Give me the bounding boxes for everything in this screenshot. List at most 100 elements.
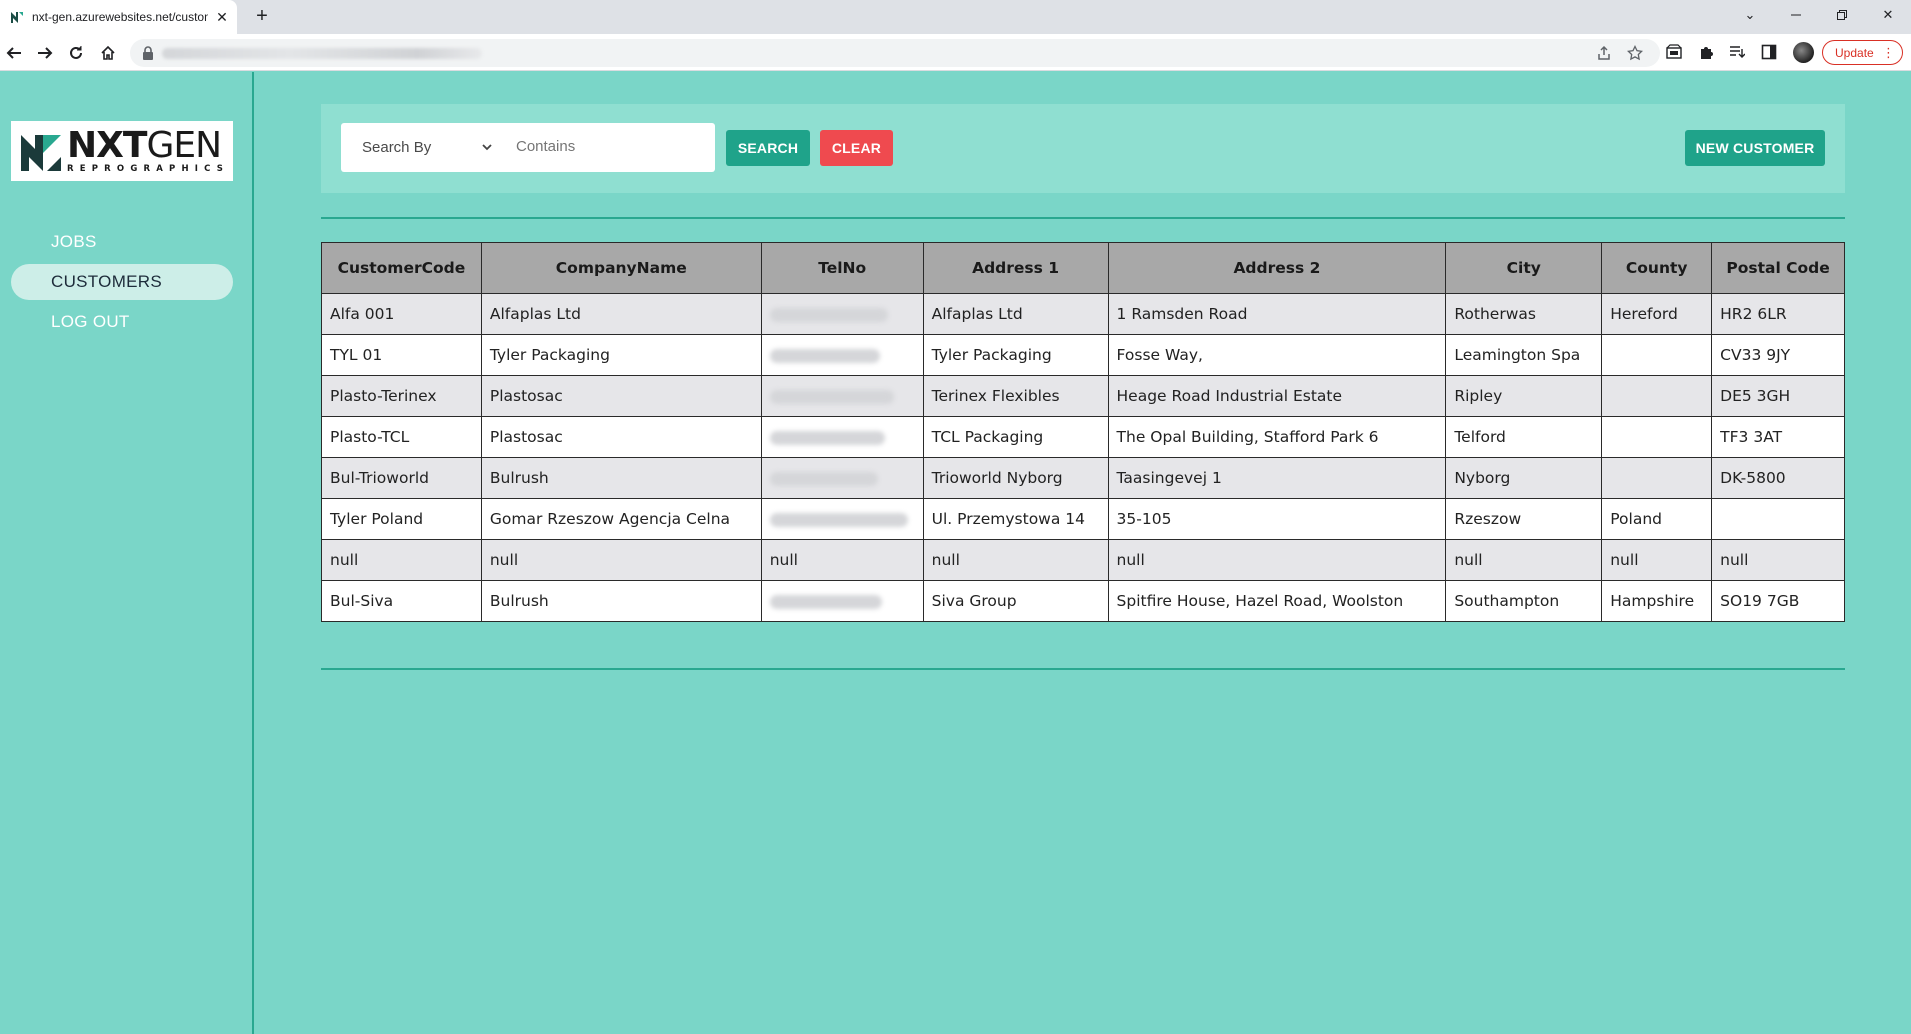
redacted-phone [769, 594, 882, 609]
table-cell: null [321, 539, 482, 581]
nav-item-customers[interactable]: CUSTOMERS [11, 264, 233, 300]
table-cell [760, 457, 924, 499]
tab-title: nxt-gen.azurewebsites.net/customers [32, 10, 208, 24]
table-cell: TF3 3AT [1711, 416, 1845, 458]
table-row[interactable]: null null null null null null null null [321, 539, 1845, 581]
home-icon[interactable] [97, 42, 119, 64]
table-row[interactable]: TYL 01 Tyler Packaging Tyler Packaging Foss… [321, 334, 1845, 376]
search-by-select[interactable]: Search By [362, 139, 431, 156]
profile-avatar[interactable] [1793, 42, 1814, 63]
table-cell: Alfa 001 [321, 293, 482, 335]
media-extension-icon[interactable] [1665, 43, 1683, 61]
table-cell: 1 Ramsden Road [1107, 293, 1447, 335]
table-row[interactable]: Tyler Poland Gomar Rzeszow Agencja Celna U… [321, 498, 1845, 540]
side-panel-icon[interactable] [1760, 43, 1778, 61]
table-cell: Plasto-TCL [321, 416, 482, 458]
customers-table: CustomerCode CompanyName TelNo Address 1… [321, 242, 1845, 622]
table-cell [760, 334, 924, 376]
column-header[interactable]: TelNo [760, 242, 924, 294]
browser-update-button[interactable]: Update ⋮ [1822, 40, 1903, 65]
column-header[interactable]: Address 1 [922, 242, 1109, 294]
site-favicon-icon [10, 10, 24, 24]
table-cell [1601, 457, 1713, 499]
table-row[interactable]: Plasto-TCL Plastosac TCL Packaging The Opal… [321, 416, 1845, 458]
table-cell: null [480, 539, 762, 581]
table-cell [760, 293, 924, 335]
redacted-phone [769, 348, 880, 363]
table-cell: Southampton [1445, 580, 1603, 622]
table-cell: Telford [1445, 416, 1603, 458]
search-contains-input[interactable] [516, 138, 696, 155]
clear-button[interactable]: CLEAR [820, 130, 893, 166]
table-cell: Rotherwas [1445, 293, 1603, 335]
search-button[interactable]: SEARCH [726, 130, 810, 166]
company-logo[interactable]: NXTGEN REPROGRAPHICS [11, 121, 233, 181]
table-cell: Taasingevej 1 [1107, 457, 1447, 499]
table-cell [760, 580, 924, 622]
main-nav: JOBS CUSTOMERS LOG OUT [11, 224, 233, 344]
nav-item-jobs[interactable]: JOBS [11, 224, 233, 260]
table-cell: 35-105 [1107, 498, 1447, 540]
table-cell: null [1601, 539, 1713, 581]
close-window-icon[interactable]: ✕ [1865, 0, 1911, 30]
tab-search-chevron-icon[interactable]: ⌄ [1727, 0, 1773, 30]
table-cell: null [1445, 539, 1603, 581]
table-cell: Alfaplas Ltd [480, 293, 762, 335]
table-row[interactable]: Bul-Siva Bulrush Siva Group Spitfire House,… [321, 580, 1845, 622]
table-cell [760, 498, 924, 540]
table-cell: Bul-Trioworld [321, 457, 482, 499]
restore-icon[interactable] [1819, 0, 1865, 30]
table-cell [1601, 334, 1713, 376]
close-tab-icon[interactable]: ✕ [214, 9, 230, 25]
menu-dots-icon[interactable]: ⋮ [1882, 45, 1895, 61]
table-cell: Trioworld Nyborg [922, 457, 1109, 499]
column-header[interactable]: CustomerCode [321, 242, 482, 294]
new-customer-button[interactable]: NEW CUSTOMER [1685, 130, 1825, 166]
back-icon[interactable] [3, 42, 25, 64]
table-cell: Leamington Spa [1445, 334, 1603, 376]
table-row[interactable]: Alfa 001 Alfaplas Ltd Alfaplas Ltd 1 Ramsde… [321, 293, 1845, 335]
minimize-icon[interactable] [1773, 0, 1819, 30]
reading-list-icon[interactable] [1728, 43, 1746, 61]
chevron-down-icon[interactable] [481, 141, 493, 153]
table-row[interactable]: Plasto-Terinex Plastosac Terinex Flexibles… [321, 375, 1845, 417]
table-cell: HR2 6LR [1711, 293, 1845, 335]
update-label: Update [1835, 45, 1874, 60]
table-cell: Heage Road Industrial Estate [1107, 375, 1447, 417]
url-text-redacted [162, 48, 482, 59]
column-header[interactable]: CompanyName [480, 242, 762, 294]
redacted-phone [769, 389, 894, 404]
redacted-phone [769, 307, 888, 322]
table-cell: Ul. Przemystowa 14 [922, 498, 1109, 540]
table-cell [1601, 416, 1713, 458]
column-header[interactable]: Address 2 [1107, 242, 1447, 294]
table-cell: Plasto-Terinex [321, 375, 482, 417]
table-cell: Gomar Rzeszow Agencja Celna [480, 498, 762, 540]
new-tab-icon[interactable]: + [252, 6, 272, 27]
nav-item-logout[interactable]: LOG OUT [11, 304, 233, 340]
bookmark-star-icon[interactable] [1627, 45, 1643, 61]
table-cell: Bulrush [480, 580, 762, 622]
column-header[interactable]: Postal Code [1711, 242, 1845, 294]
table-cell: Tyler Poland [321, 498, 482, 540]
logo-mark-icon [21, 135, 61, 171]
browser-tab[interactable]: nxt-gen.azurewebsites.net/customers ✕ [0, 0, 237, 34]
table-cell: Ripley [1445, 375, 1603, 417]
sidebar: NXTGEN REPROGRAPHICS JOBS CUSTOMERS LOG … [0, 72, 254, 1034]
table-cell: null [1711, 539, 1845, 581]
address-bar[interactable] [130, 39, 1660, 67]
share-icon[interactable] [1596, 45, 1612, 61]
table-header-row: CustomerCode CompanyName TelNo Address 1… [321, 242, 1845, 294]
forward-icon[interactable] [34, 42, 56, 64]
reload-icon[interactable] [65, 42, 87, 64]
table-cell: Hampshire [1601, 580, 1713, 622]
extensions-puzzle-icon[interactable] [1697, 43, 1715, 61]
table-cell [1601, 375, 1713, 417]
column-header[interactable]: County [1601, 242, 1713, 294]
column-header[interactable]: City [1445, 242, 1603, 294]
table-cell: Nyborg [1445, 457, 1603, 499]
table-row[interactable]: Bul-Trioworld Bulrush Trioworld Nyborg Taas… [321, 457, 1845, 499]
table-cell: TYL 01 [321, 334, 482, 376]
divider-bottom [321, 668, 1845, 670]
browser-toolbar [0, 34, 1911, 71]
